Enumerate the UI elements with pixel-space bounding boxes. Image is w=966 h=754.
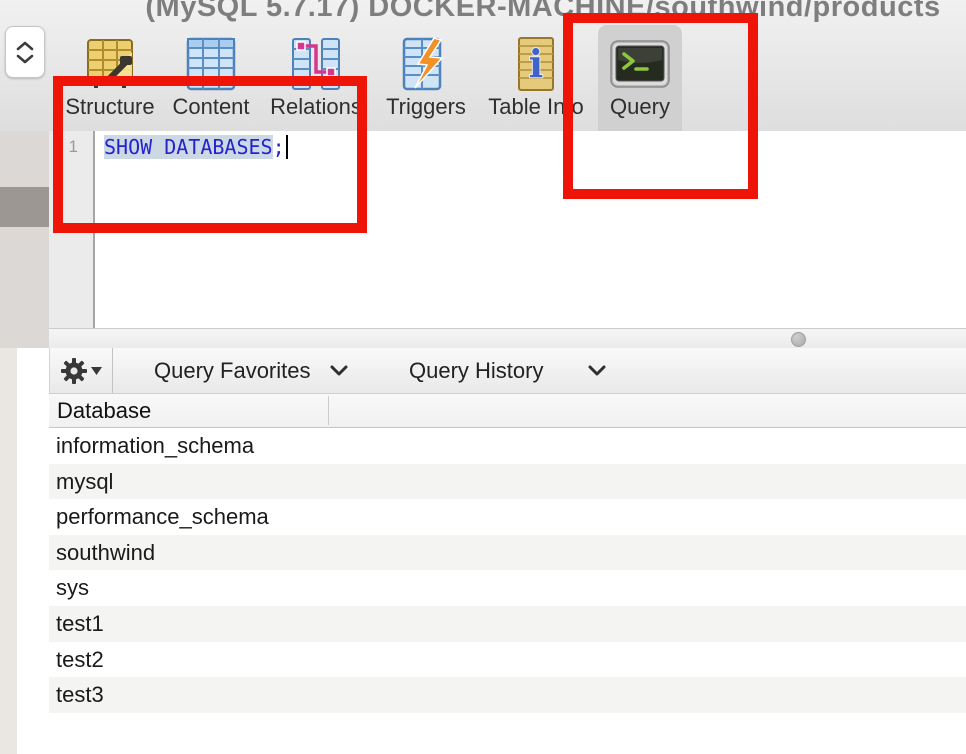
tab-table-info-label: Table Info <box>488 94 584 119</box>
query-favorites-dropdown[interactable]: Query Favorites <box>154 348 348 393</box>
tab-structure[interactable]: Structure <box>60 25 160 131</box>
table-info-icon: i <box>514 36 558 92</box>
table-row[interactable]: sys <box>49 570 966 606</box>
results-table: information_schema mysql performance_sch… <box>49 428 966 713</box>
left-window-edge <box>0 348 17 754</box>
structure-icon <box>82 36 138 92</box>
results-column-header[interactable]: Database <box>49 394 966 428</box>
tab-structure-label: Structure <box>65 94 155 119</box>
tab-content[interactable]: Content <box>161 25 261 131</box>
chevron-down-icon <box>330 365 347 376</box>
tab-query-label: Query <box>610 94 670 119</box>
table-row[interactable]: southwind <box>49 534 966 571</box>
content-icon <box>185 36 237 92</box>
table-row[interactable]: test3 <box>49 677 966 713</box>
column-header-database[interactable]: Database <box>57 398 151 424</box>
query-history-label: Query History <box>409 357 544 383</box>
text-caret <box>285 135 288 159</box>
pane-splitter[interactable] <box>49 328 966 350</box>
chevron-down-icon <box>588 365 606 376</box>
window-title: (MySQL 5.7.17) DOCKER-MACHINE/southwind/… <box>145 0 941 23</box>
table-row[interactable]: information_schema <box>49 428 966 464</box>
svg-text:i: i <box>529 41 543 86</box>
query-history-dropdown[interactable]: Query History <box>409 348 606 393</box>
tab-table-info[interactable]: i Table Info <box>481 25 591 131</box>
sql-selected-text: SHOW DATABASES <box>104 135 273 159</box>
chevron-down-icon <box>16 54 34 63</box>
query-options-bar: Query Favorites Query History <box>49 348 966 394</box>
tab-relations[interactable]: Relations <box>266 25 366 131</box>
sql-tail-text: ; <box>272 135 285 159</box>
app-window: (MySQL 5.7.17) DOCKER-MACHINE/southwind/… <box>0 0 966 754</box>
table-row[interactable]: test1 <box>49 605 966 642</box>
gear-icon <box>60 357 87 384</box>
column-divider[interactable] <box>328 396 329 425</box>
gear-menu-button[interactable] <box>50 348 113 393</box>
pane-stepper-control[interactable] <box>5 26 45 78</box>
editor-line-number: 1 <box>68 137 78 156</box>
left-pane-edge <box>0 131 49 348</box>
tab-query[interactable]: Query <box>598 25 682 131</box>
triggers-icon <box>398 36 454 92</box>
tab-triggers-label: Triggers <box>386 94 466 119</box>
relations-icon <box>288 36 344 92</box>
sql-query-text: SHOW DATABASES; <box>104 135 288 159</box>
tab-relations-label: Relations <box>270 94 362 119</box>
table-row[interactable]: performance_schema <box>49 499 966 535</box>
chevron-up-icon <box>16 41 34 50</box>
query-favorites-label: Query Favorites <box>154 357 311 383</box>
splitter-handle-icon[interactable] <box>791 332 806 347</box>
tab-triggers[interactable]: Triggers <box>376 25 476 131</box>
table-row[interactable]: mysql <box>49 463 966 500</box>
left-pane-scrollbar-thumb[interactable] <box>0 187 49 227</box>
editor-gutter <box>49 131 95 328</box>
tab-content-label: Content <box>172 94 250 119</box>
query-icon <box>610 36 670 92</box>
sql-editor[interactable]: SHOW DATABASES; <box>95 131 966 328</box>
gear-dropdown-arrow-icon <box>90 366 102 375</box>
table-row[interactable]: test2 <box>49 641 966 678</box>
